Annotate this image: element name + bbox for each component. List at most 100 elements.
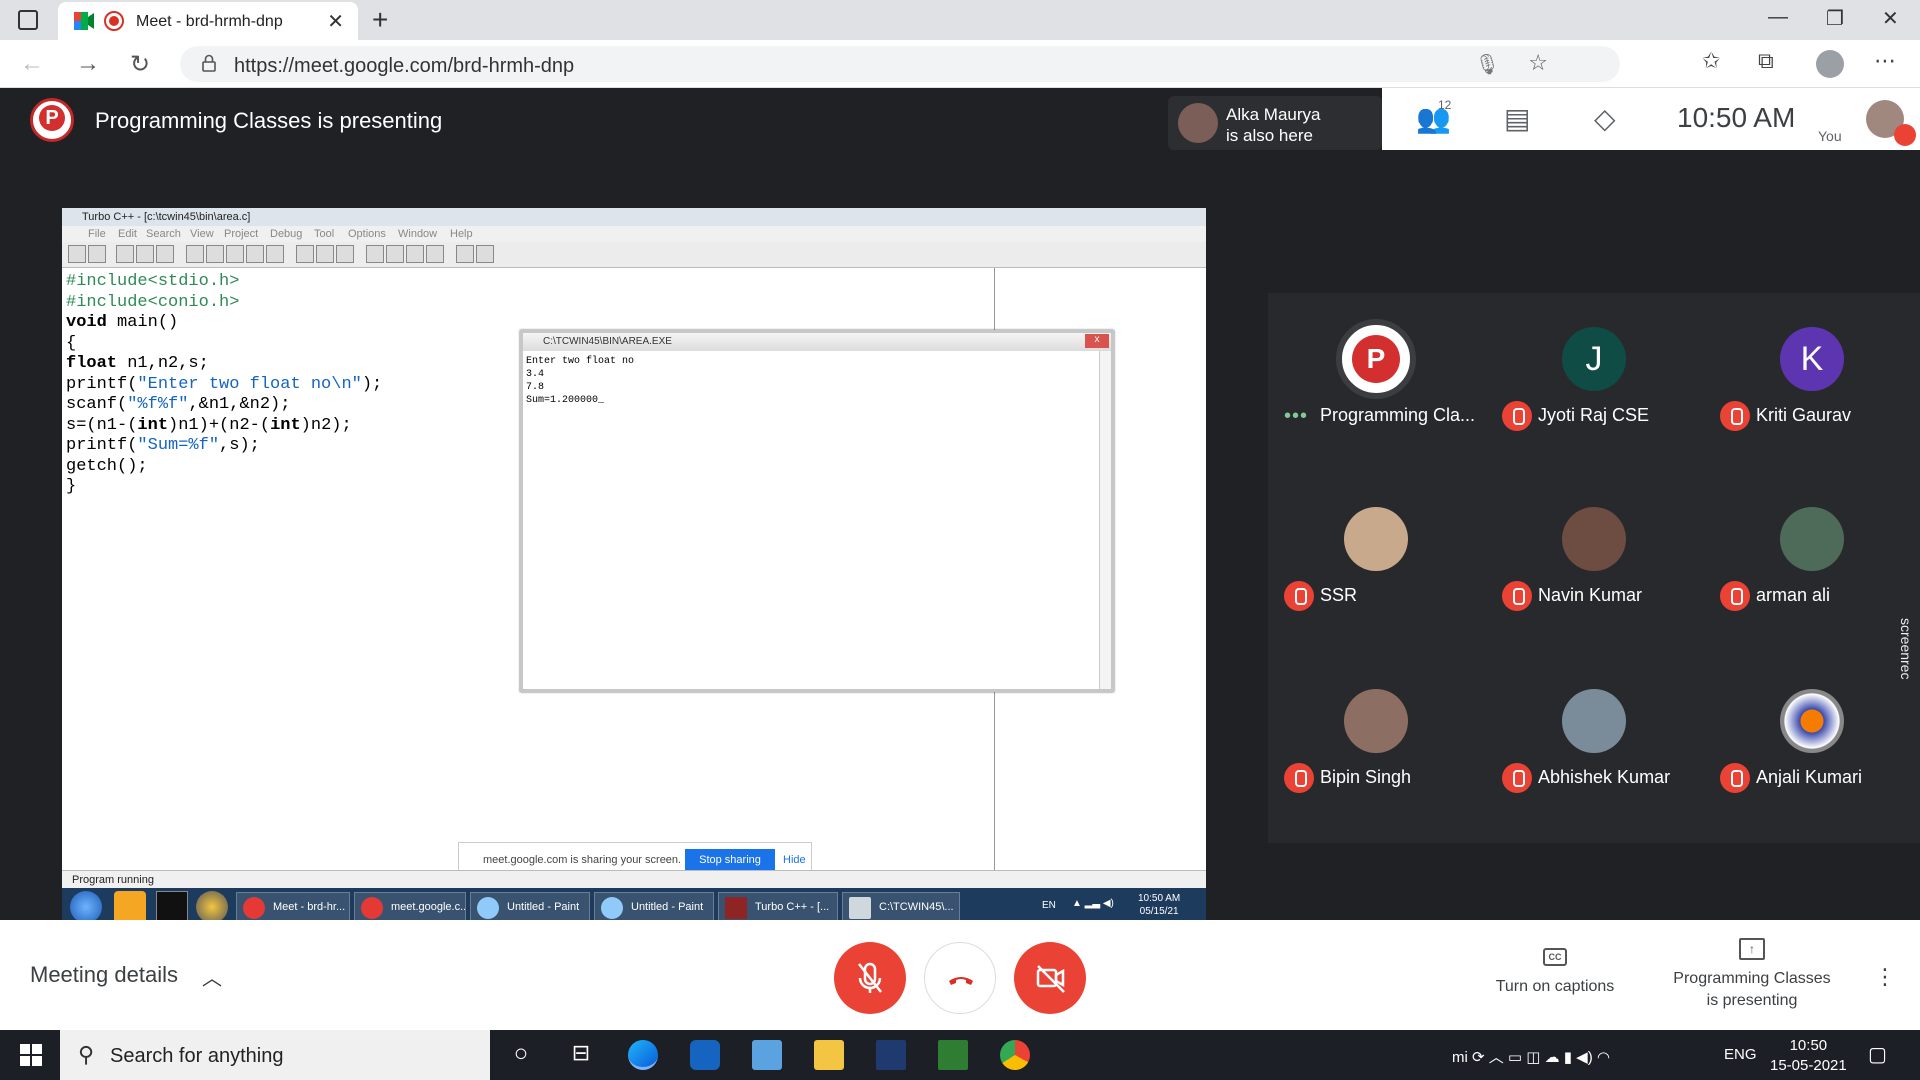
tray-lang[interactable]: ENG [1724,1046,1757,1063]
tool-button[interactable] [386,245,404,263]
participant-tile[interactable]: Abhishek Kumar [1486,655,1702,835]
tool-button[interactable] [366,245,384,263]
activities-icon[interactable]: ◇ [1594,102,1616,135]
tool-button[interactable] [406,245,424,263]
tool-button[interactable] [246,245,264,263]
address-bar[interactable]: https://meet.google.com/brd-hrmh-dnp 🎙 ☆ [180,46,1620,82]
file-explorer-icon[interactable] [814,1040,844,1070]
participant-tile[interactable]: P ••• Programming Cla... [1268,293,1484,473]
more-options-icon[interactable]: ⋮ [1874,964,1896,990]
tool-button[interactable] [426,245,444,263]
tool-button[interactable] [456,245,474,263]
task-meet-2[interactable]: meet.google.c... [354,892,466,922]
menu-tool[interactable]: Tool [314,228,334,240]
tool-button[interactable] [296,245,314,263]
taskbar-search[interactable]: ⚲ Search for anything [60,1030,490,1080]
tool-button[interactable] [266,245,284,263]
edge-icon[interactable] [628,1040,658,1070]
window-icon[interactable] [18,10,38,30]
chrome-icon[interactable] [1000,1040,1030,1070]
tray-clock[interactable]: 10:50 AM 05/15/21 [1138,892,1180,918]
stop-sharing-button[interactable]: Stop sharing [685,849,775,871]
new-tab-icon[interactable]: + [372,4,388,36]
tray-icons[interactable]: ▲ ▂▃ ◀) [1072,898,1114,909]
presenting-button[interactable]: ↑ Programming Classes is presenting [1664,938,1840,1012]
tool-button[interactable] [68,245,86,263]
menu-window[interactable]: Window [398,228,437,240]
start-icon[interactable] [70,891,102,923]
participant-tile[interactable]: K Kriti Gaurav [1704,293,1920,473]
participant-tile[interactable]: Navin Kumar [1486,473,1702,653]
captions-button[interactable]: CC Turn on captions [1480,948,1630,996]
tool-button[interactable] [476,245,494,263]
task-meet[interactable]: Meet - brd-hr... [236,892,350,922]
tool-button[interactable] [336,245,354,263]
app-icon[interactable] [752,1040,782,1070]
hide-button[interactable]: Hide [783,854,806,866]
leave-call-button[interactable] [924,942,996,1014]
tool-button[interactable] [156,245,174,263]
star-icon[interactable]: ☆ [1528,50,1548,76]
menu-debug[interactable]: Debug [270,228,302,240]
camera-toggle-button[interactable] [1014,942,1086,1014]
cortana-icon[interactable]: ○ [506,1040,536,1070]
notifications-icon[interactable]: ▢ [1868,1042,1887,1067]
mic-icon[interactable]: 🎙 [1475,52,1500,77]
tool-button[interactable] [186,245,204,263]
profile-icon[interactable] [1816,50,1844,78]
menu-file[interactable]: File [88,228,106,240]
code-editor[interactable]: #include<stdio.h> #include<conio.h> void… [66,272,382,498]
app-icon[interactable] [196,891,228,923]
menu-project[interactable]: Project [224,228,258,240]
participant-tile[interactable]: Bipin Singh [1268,655,1484,835]
tool-button[interactable] [88,245,106,263]
collections-icon[interactable]: ⧉ [1758,48,1774,74]
favorites-icon[interactable]: ✩ [1702,48,1720,74]
tool-button[interactable] [316,245,334,263]
close-icon[interactable]: x [1085,334,1109,348]
minimize-icon[interactable]: — [1768,6,1788,29]
maximize-icon[interactable]: ❐ [1826,6,1844,31]
menu-options[interactable]: Options [348,228,386,240]
task-view-icon[interactable]: ⊟ [566,1040,596,1070]
participant-tile[interactable]: Anjali Kumari [1704,655,1920,835]
more-icon[interactable]: ⋯ [1874,48,1896,74]
participant-tile[interactable]: J Jyoti Raj CSE [1486,293,1702,473]
close-window-icon[interactable]: ✕ [1882,6,1899,31]
task-turbo-c[interactable]: Turbo C++ - [... [718,892,838,922]
menu-view[interactable]: View [190,228,214,240]
task-paint-1[interactable]: Untitled - Paint [470,892,590,922]
close-tab-icon[interactable]: ✕ [327,9,344,34]
terminal-icon[interactable] [156,891,188,923]
forward-icon[interactable]: → [76,50,100,78]
tool-button[interactable] [206,245,224,263]
dev-cpp-icon[interactable] [876,1040,906,1070]
menu-search[interactable]: Search [146,228,181,240]
app-icon[interactable] [938,1040,968,1070]
back-icon[interactable]: ← [20,50,44,78]
menu-help[interactable]: Help [450,228,473,240]
chat-icon[interactable]: ▤ [1504,102,1530,135]
tray-icons[interactable]: mi ⟳ ︿ ▭ ◫ ☁ ▮ ◀) ◠ [1452,1046,1610,1067]
windows-start-icon[interactable] [20,1044,42,1066]
tray-lang[interactable]: EN [1042,900,1056,911]
tool-button[interactable] [226,245,244,263]
meeting-details-button[interactable]: Meeting details [30,962,178,988]
media-player-icon[interactable] [114,891,146,923]
mic-toggle-button[interactable] [834,942,906,1014]
participant-tile[interactable]: SSR [1268,473,1484,653]
chevron-up-icon[interactable]: ︿ [202,962,222,991]
tool-button[interactable] [136,245,154,263]
menu-edit[interactable]: Edit [118,228,137,240]
tool-button[interactable] [116,245,134,263]
app-icon[interactable] [690,1040,720,1070]
participant-tile[interactable]: arman ali [1704,473,1920,653]
console-window[interactable]: C:\TCWIN45\BIN\AREA.EXE x Enter two floa… [520,330,1114,692]
reload-icon[interactable]: ↻ [130,50,150,79]
tray-clock[interactable]: 10:50 15-05-2021 [1770,1036,1847,1076]
task-console[interactable]: C:\TCWIN45\... [842,892,960,922]
tab-meet[interactable]: Meet - brd-hrmh-dnp ✕ [58,2,358,40]
also-here-chip[interactable]: Alka Maurya is also here [1168,96,1382,150]
task-paint-2[interactable]: Untitled - Paint [594,892,714,922]
scrollbar[interactable] [1099,351,1111,689]
